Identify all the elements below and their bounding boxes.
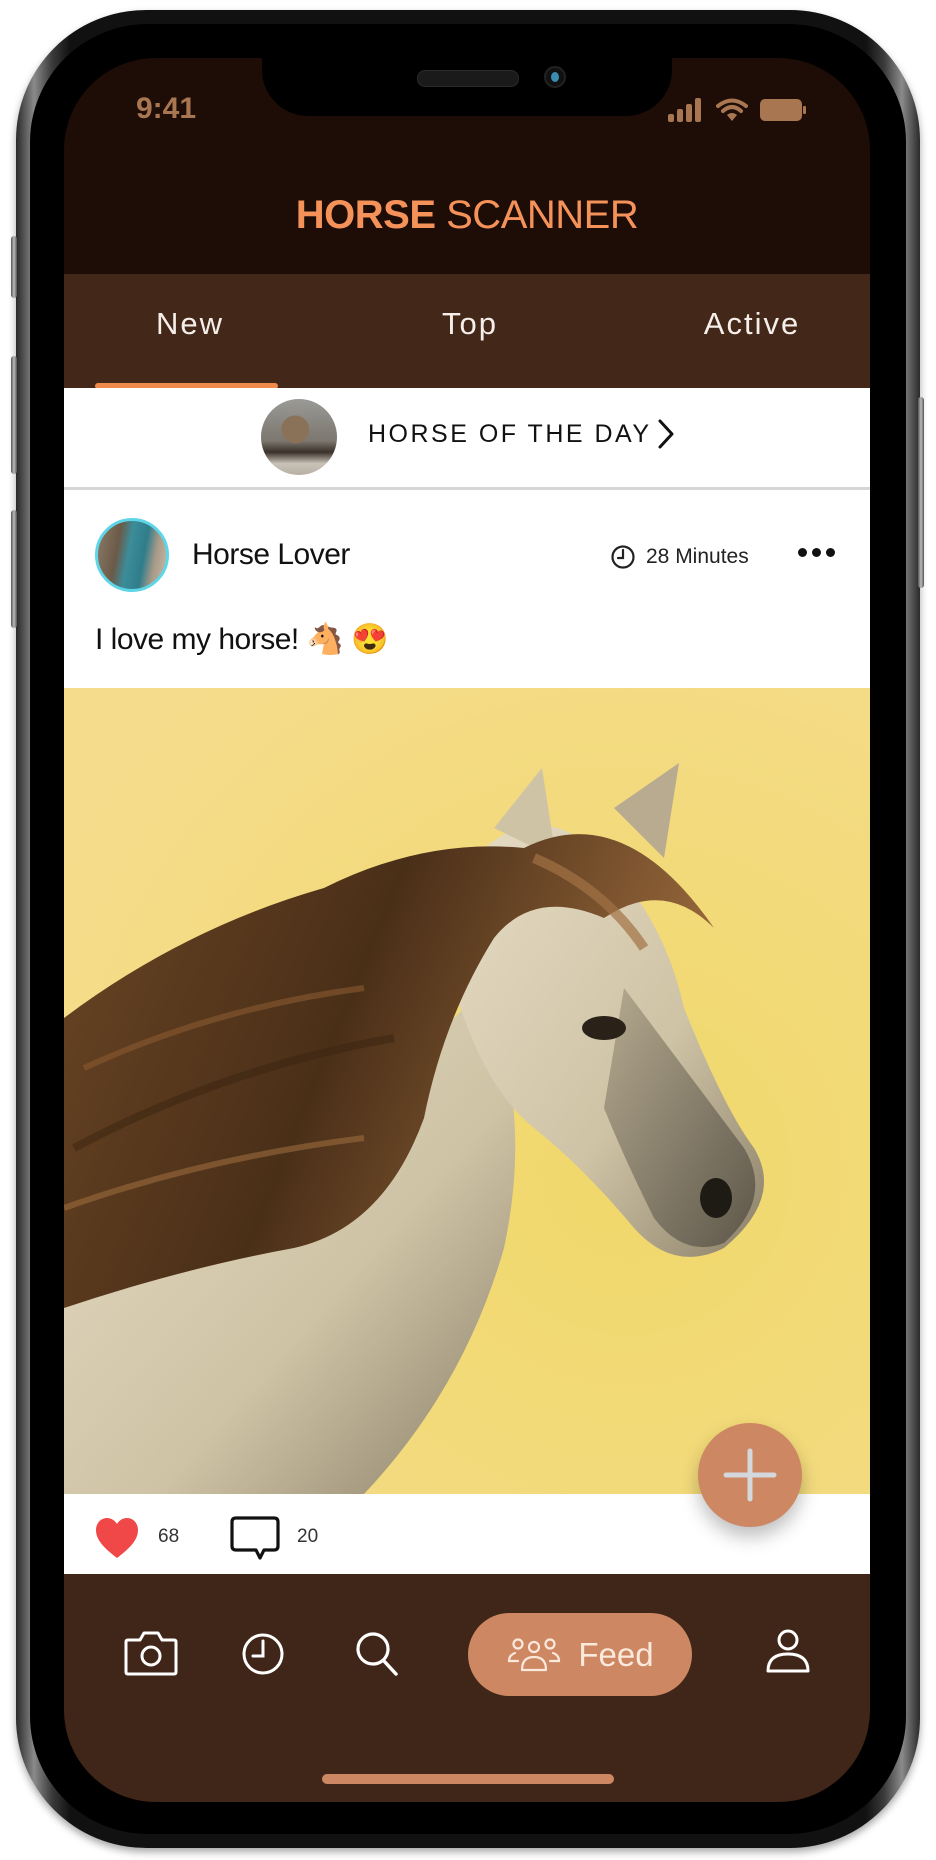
more-dot: [812, 548, 821, 557]
tab-active[interactable]: Active: [704, 306, 800, 342]
app-screen: 9:41 HORSE SCANNER New Top Active HORSE …: [64, 58, 870, 1802]
heart-icon[interactable]: [94, 1516, 140, 1562]
chevron-right-icon: [658, 419, 674, 449]
volume-down-button: [11, 510, 17, 628]
home-indicator: [322, 1774, 614, 1784]
post-time-text: 28 Minutes: [646, 545, 749, 568]
tab-bar: New Top Active: [64, 274, 870, 389]
horse-of-the-day-avatar: [261, 399, 337, 475]
volume-up-button: [11, 356, 17, 474]
clock-icon: [611, 545, 635, 569]
status-icons: [668, 98, 808, 122]
notch: [262, 58, 672, 116]
feed-tab-label: Feed: [578, 1635, 654, 1673]
horse-photo: [64, 688, 870, 1494]
clock-icon[interactable]: [241, 1632, 285, 1676]
speaker-grille: [417, 70, 519, 87]
battery-icon: [760, 99, 806, 121]
front-camera: [544, 66, 566, 88]
tab-top[interactable]: Top: [442, 306, 498, 342]
post-caption: I love my horse! 🐴 😍: [95, 623, 389, 656]
plus-icon: [723, 1448, 777, 1502]
wifi-icon: [716, 98, 748, 121]
user-icon[interactable]: [765, 1628, 811, 1674]
post-header: Horse Lover 28 Minutes I love my horse! …: [64, 490, 870, 688]
add-post-button[interactable]: [698, 1423, 802, 1527]
horse-of-the-day-banner[interactable]: HORSE OF THE DAY: [64, 388, 870, 490]
camera-icon[interactable]: [124, 1630, 178, 1676]
post-image[interactable]: [64, 688, 870, 1494]
horse-of-the-day-label: HORSE OF THE DAY: [368, 420, 652, 448]
tab-new[interactable]: New: [156, 306, 224, 342]
status-time: 9:41: [136, 92, 197, 125]
signal-icon: [668, 98, 701, 122]
post-timestamp: 28 Minutes: [610, 544, 749, 570]
post-author[interactable]: Horse Lover: [192, 538, 350, 572]
more-dot: [826, 548, 835, 557]
comment-count: 20: [297, 1526, 319, 1547]
bottom-nav: Feed: [64, 1574, 870, 1802]
app-title-bold: HORSE: [295, 193, 436, 237]
like-count: 68: [158, 1526, 180, 1547]
feed-tab-button[interactable]: Feed: [468, 1613, 692, 1696]
power-button: [918, 397, 924, 588]
more-options-button[interactable]: [798, 548, 835, 557]
mute-switch: [11, 236, 17, 298]
search-icon[interactable]: [354, 1630, 400, 1678]
app-title: HORSE SCANNER: [64, 193, 870, 238]
users-icon: [508, 1637, 561, 1671]
comment-icon[interactable]: [230, 1514, 280, 1564]
more-dot: [798, 548, 807, 557]
app-title-regular: SCANNER: [435, 193, 639, 237]
avatar[interactable]: [95, 518, 169, 592]
